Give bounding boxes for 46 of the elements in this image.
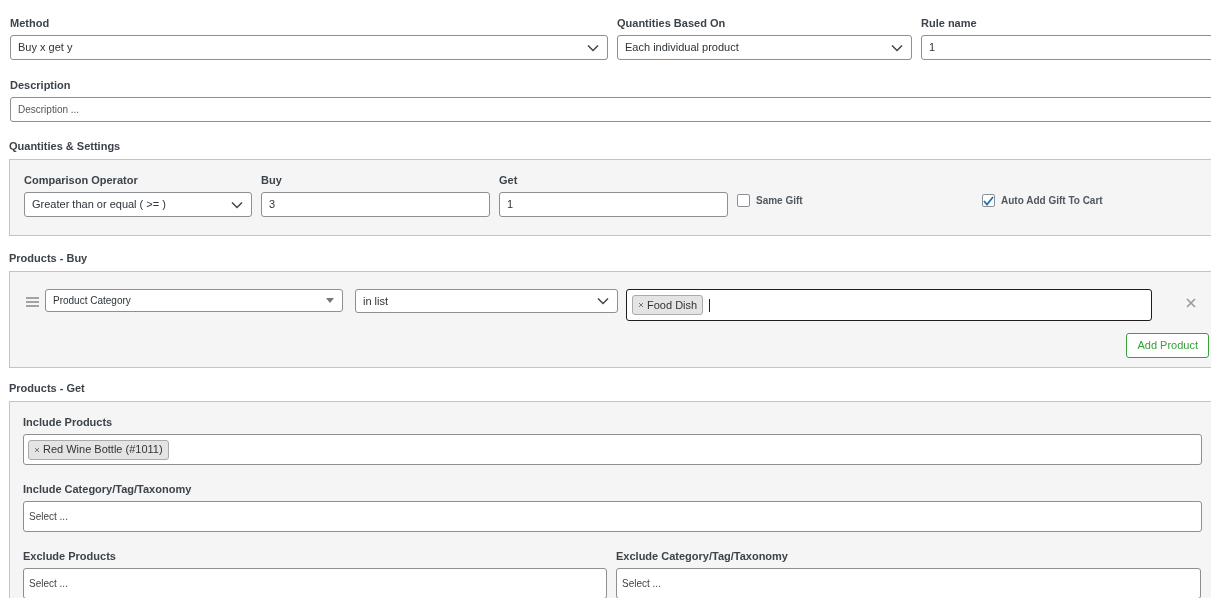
tag-chip: Food Dish xyxy=(632,295,704,315)
input-field[interactable]: 3 xyxy=(261,192,490,217)
chevron-down-icon xyxy=(587,43,599,52)
field-label: Include Category/Tag/Taxonomy xyxy=(23,482,193,496)
chevron-down-icon xyxy=(231,200,243,209)
check-icon xyxy=(983,195,994,206)
remove-icon[interactable] xyxy=(34,446,40,453)
field-label: Exclude Products xyxy=(23,549,117,563)
remove-icon[interactable] xyxy=(638,302,644,308)
input-field[interactable]: 1 xyxy=(921,35,1211,60)
select-field[interactable]: Select ... xyxy=(23,501,1202,532)
add-product-button[interactable]: Add Product xyxy=(1126,333,1209,358)
select-field[interactable]: Each individual product xyxy=(617,35,912,60)
description-field[interactable]: Description ... xyxy=(10,97,1211,122)
field-label: Quantities Based On xyxy=(617,16,727,30)
field-label: Rule name xyxy=(921,16,978,30)
select-field[interactable]: Product Category xyxy=(45,289,343,312)
field-label: Buy xyxy=(261,173,283,187)
input-field[interactable]: 1 xyxy=(499,192,728,217)
text-cursor xyxy=(709,298,711,312)
section-title: Quantities & Settings xyxy=(9,139,122,153)
checkbox-label: Auto Add Gift To Cart xyxy=(1001,194,1103,208)
select-field[interactable]: Select ... xyxy=(616,568,1201,598)
section-title: Products - Get xyxy=(9,381,86,395)
field-label: Comparison Operator xyxy=(24,173,139,187)
chevron-down-icon xyxy=(597,297,609,305)
field-label: Method xyxy=(10,16,51,30)
select-field[interactable]: Select ... xyxy=(23,568,607,598)
close-icon[interactable] xyxy=(1186,298,1196,308)
checkbox[interactable] xyxy=(737,194,750,207)
chevron-down-icon xyxy=(891,43,903,52)
field-label: Exclude Category/Tag/Taxonomy xyxy=(616,549,789,563)
drag-handle-icon[interactable] xyxy=(26,297,39,307)
field-label: Get xyxy=(499,173,519,187)
field-label: Include Products xyxy=(23,415,114,429)
checkbox-label: Same Gift xyxy=(756,194,803,208)
select-field[interactable]: in list xyxy=(355,289,618,313)
values-field[interactable]: Food Dish xyxy=(626,289,1152,321)
section-title: Products - Buy xyxy=(9,251,89,265)
products-field[interactable]: Red Wine Bottle (#1011) xyxy=(23,434,1202,465)
checkbox[interactable] xyxy=(982,194,995,207)
select-field[interactable]: Greater than or equal ( >= ) xyxy=(24,192,252,217)
tag-chip: Red Wine Bottle (#1011) xyxy=(28,439,169,460)
select-field[interactable]: Buy x get y xyxy=(10,35,608,60)
dropdown-arrow-icon xyxy=(326,298,334,303)
field-label: Description xyxy=(10,78,72,92)
